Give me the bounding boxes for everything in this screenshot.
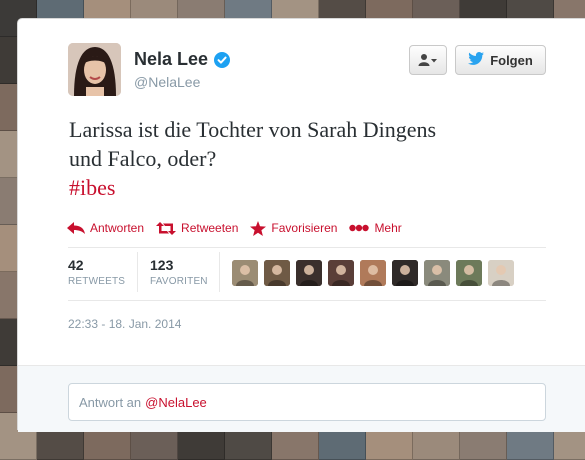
display-name[interactable]: Nela Lee	[134, 49, 231, 70]
hashtag-link[interactable]: #ibes	[69, 173, 539, 202]
favoriter-photo-icon	[392, 260, 418, 286]
more-action[interactable]: Mehr	[349, 221, 402, 235]
favorite-label: Favorisieren	[271, 221, 338, 235]
favoriter-photo-icon	[360, 260, 386, 286]
favoriter-photo-icon	[232, 260, 258, 286]
favoriter-avatar[interactable]	[360, 260, 386, 286]
favorite-action[interactable]: Favorisieren	[250, 220, 338, 236]
stats-top-divider	[68, 247, 546, 248]
stats-separator	[219, 252, 220, 292]
favoriter-avatars	[232, 260, 520, 286]
retweet-action[interactable]: Retweeten	[156, 221, 238, 235]
more-label: Mehr	[374, 221, 402, 235]
reply-label: Antworten	[90, 221, 145, 235]
favoriter-avatar[interactable]	[456, 260, 482, 286]
tweet-text-line-1: Larissa ist die Tochter von Sarah Dingen…	[69, 117, 437, 142]
user-handle[interactable]: @NelaLee	[134, 74, 200, 90]
retweets-count: 42	[68, 257, 84, 273]
tweet-actions: Antworten Retweeten Favorisieren Mehr	[67, 219, 414, 237]
favoriter-avatar[interactable]	[488, 260, 514, 286]
favorites-count: 123	[150, 257, 174, 273]
reply-placeholder: Antwort an	[79, 394, 142, 410]
reply-action[interactable]: Antworten	[67, 221, 144, 235]
stats-bottom-divider	[68, 300, 546, 301]
user-dropdown-icon	[418, 54, 437, 66]
favoriter-photo-icon	[488, 260, 514, 286]
tweet-text: Larissa ist die Tochter von Sarah Dingen…	[69, 115, 539, 202]
favoriter-avatar[interactable]	[296, 260, 322, 286]
favoriter-avatar[interactable]	[392, 260, 418, 286]
favorites-stat[interactable]: 123 FAVORITEN	[150, 257, 208, 287]
retweet-label: Retweeten	[181, 221, 239, 235]
follow-button[interactable]: Folgen	[455, 45, 546, 75]
reply-input[interactable]: Antwort an @NelaLee	[68, 383, 546, 421]
profile-photo-icon	[68, 43, 121, 96]
reply-arrow-icon	[67, 222, 85, 234]
retweets-label: RETWEETS	[68, 276, 126, 287]
favoriter-avatar[interactable]	[232, 260, 258, 286]
tweet-card: Nela Lee @NelaLee Folgen Larissa ist die…	[17, 18, 585, 432]
stats-separator	[137, 252, 138, 292]
display-name-text[interactable]: Nela Lee	[134, 49, 208, 70]
reply-mention: @NelaLee	[145, 394, 207, 410]
follow-button-label: Folgen	[490, 52, 533, 68]
tweet-timestamp[interactable]: 22:33 - 18. Jan. 2014	[68, 317, 181, 331]
favoriter-photo-icon	[424, 260, 450, 286]
verified-badge-icon	[214, 51, 231, 68]
favoriter-avatar[interactable]	[264, 260, 290, 286]
favoriter-photo-icon	[296, 260, 322, 286]
more-dots-icon	[349, 224, 370, 232]
twitter-bird-icon	[468, 52, 485, 68]
favoriter-photo-icon	[328, 260, 354, 286]
favorites-label: FAVORITEN	[150, 276, 208, 287]
favoriter-avatar[interactable]	[328, 260, 354, 286]
favoriter-photo-icon	[456, 260, 482, 286]
star-icon	[250, 220, 267, 236]
tweet-text-line-2: und Falco, oder?	[69, 146, 217, 171]
reply-section: Antwort an @NelaLee	[18, 365, 585, 432]
retweet-icon	[156, 221, 177, 235]
profile-avatar[interactable]	[68, 43, 121, 96]
retweets-stat[interactable]: 42 RETWEETS	[68, 257, 125, 287]
user-actions-button[interactable]	[409, 45, 447, 75]
favoriter-photo-icon	[264, 260, 290, 286]
favoriter-avatar[interactable]	[424, 260, 450, 286]
